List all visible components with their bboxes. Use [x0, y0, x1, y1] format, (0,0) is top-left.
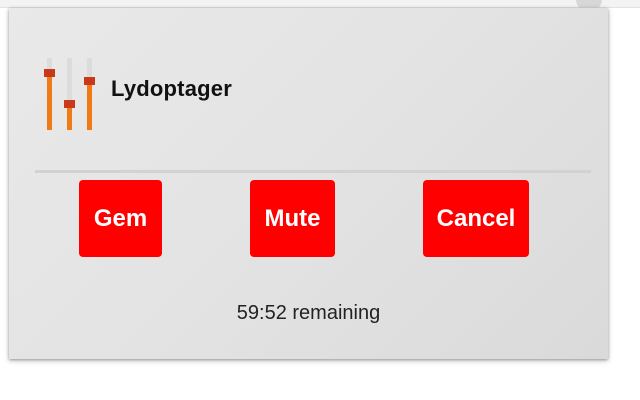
mute-button[interactable]: Mute	[250, 180, 335, 257]
equalizer-sliders-icon	[44, 58, 95, 130]
recorder-popup: Lydoptager Gem Mute Cancel 59:52 remaini…	[9, 8, 608, 359]
save-button[interactable]: Gem	[79, 180, 162, 257]
cancel-button[interactable]: Cancel	[423, 180, 529, 257]
popup-header: Lydoptager	[41, 58, 232, 130]
app-title: Lydoptager	[111, 76, 232, 101]
header-divider	[35, 170, 591, 173]
time-remaining-status: 59:52 remaining	[236, 302, 381, 324]
browser-toolbar-edge	[0, 0, 640, 12]
